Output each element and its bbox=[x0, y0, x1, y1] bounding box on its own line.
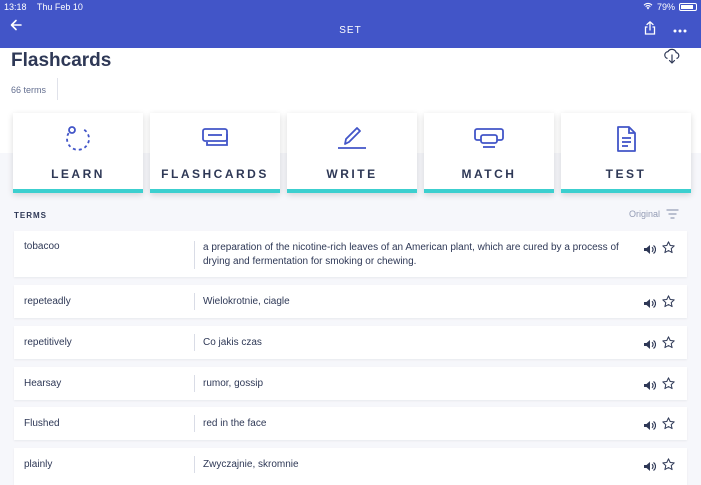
more-options-button[interactable] bbox=[673, 20, 687, 36]
row-divider bbox=[194, 334, 195, 351]
term-row: repetitively Co jakis czas bbox=[14, 326, 687, 359]
share-button[interactable] bbox=[644, 21, 656, 40]
row-divider bbox=[194, 375, 195, 392]
mode-match[interactable]: MATCH bbox=[424, 113, 554, 193]
star-icon bbox=[662, 295, 675, 308]
status-time: 13:18 bbox=[4, 2, 27, 12]
star-button[interactable] bbox=[662, 377, 675, 392]
wifi-icon bbox=[643, 2, 653, 12]
audio-button[interactable] bbox=[643, 296, 657, 314]
mode-label: MATCH bbox=[461, 167, 517, 181]
row-divider bbox=[194, 415, 195, 432]
mode-label: FLASHCARDS bbox=[161, 167, 269, 181]
page-title: Flashcards bbox=[11, 50, 112, 71]
speaker-icon bbox=[644, 245, 657, 254]
divider bbox=[57, 78, 58, 100]
mode-label: WRITE bbox=[326, 167, 378, 181]
star-icon bbox=[662, 336, 675, 349]
speaker-icon bbox=[644, 381, 657, 390]
battery-icon bbox=[679, 3, 697, 11]
star-icon bbox=[662, 377, 675, 390]
match-icon bbox=[474, 128, 504, 148]
speaker-icon bbox=[644, 340, 657, 349]
star-button[interactable] bbox=[662, 458, 675, 473]
mode-write[interactable]: WRITE bbox=[287, 113, 417, 193]
term-row: Flushed red in the face bbox=[14, 407, 687, 440]
mode-flashcards[interactable]: FLASHCARDS bbox=[150, 113, 280, 193]
speaker-icon bbox=[644, 421, 657, 430]
term-count: 66 terms bbox=[11, 85, 47, 95]
term-definition: Zwyczajnie, skromnie bbox=[203, 459, 299, 470]
audio-button[interactable] bbox=[643, 378, 657, 396]
star-icon bbox=[662, 458, 675, 471]
star-icon bbox=[662, 241, 675, 254]
term-row: tobacoo a preparation of the nicotine-ri… bbox=[14, 231, 687, 277]
term-definition: Co jakis czas bbox=[203, 337, 262, 348]
star-button[interactable] bbox=[662, 336, 675, 351]
status-bar-left: 13:18 Thu Feb 10 bbox=[4, 2, 91, 12]
term-definition: rumor, gossip bbox=[203, 378, 264, 389]
mode-test[interactable]: TEST bbox=[561, 113, 691, 193]
term-word: repeteadly bbox=[24, 296, 71, 307]
top-bar-title: SET bbox=[339, 25, 362, 36]
term-row: repeteadly Wielokrotnie, ciagle bbox=[14, 285, 687, 318]
top-bar: 13:18 Thu Feb 10 79% SET bbox=[0, 0, 701, 48]
status-date: Thu Feb 10 bbox=[36, 2, 83, 12]
term-definition: red in the face bbox=[203, 418, 267, 429]
row-divider bbox=[194, 456, 195, 473]
term-definition: Wielokrotnie, ciagle bbox=[203, 296, 290, 307]
star-button[interactable] bbox=[662, 295, 675, 310]
term-row: plainly Zwyczajnie, skromnie bbox=[14, 448, 687, 485]
battery-percentage: 79% bbox=[656, 2, 675, 12]
flashcards-icon bbox=[202, 128, 228, 146]
term-word: Hearsay bbox=[24, 378, 62, 389]
sort-label: Original bbox=[628, 209, 660, 219]
audio-button[interactable] bbox=[643, 459, 657, 477]
term-definition: a preparation of the nicotine-rich leave… bbox=[203, 242, 619, 267]
star-button[interactable] bbox=[662, 241, 675, 256]
write-icon bbox=[338, 127, 366, 149]
cloud-download-icon bbox=[664, 48, 680, 64]
row-divider bbox=[194, 241, 195, 269]
term-word: plainly bbox=[24, 459, 53, 470]
term-row: Hearsay rumor, gossip bbox=[14, 367, 687, 400]
share-icon bbox=[644, 21, 656, 35]
download-button[interactable] bbox=[663, 48, 681, 69]
audio-button[interactable] bbox=[643, 337, 657, 355]
mode-learn[interactable]: LEARN bbox=[13, 113, 143, 193]
more-icon bbox=[673, 29, 687, 33]
filter-icon bbox=[666, 209, 679, 219]
status-bar-right: 79% bbox=[643, 2, 697, 12]
audio-button[interactable] bbox=[643, 242, 657, 260]
term-word: Flushed bbox=[24, 418, 60, 429]
mode-label: LEARN bbox=[51, 167, 105, 181]
audio-button[interactable] bbox=[643, 418, 657, 436]
row-divider bbox=[194, 293, 195, 310]
speaker-icon bbox=[644, 299, 657, 308]
term-word: tobacoo bbox=[24, 241, 60, 252]
learn-icon bbox=[66, 126, 90, 151]
speaker-icon bbox=[644, 462, 657, 471]
terms-heading: TERMS bbox=[14, 211, 47, 220]
mode-label: TEST bbox=[605, 167, 647, 181]
study-modes: LEARN FLASHCARDS WRITE MATCH TEST bbox=[13, 113, 691, 193]
star-button[interactable] bbox=[662, 417, 675, 432]
term-word: repetitively bbox=[24, 337, 72, 348]
test-icon bbox=[617, 126, 636, 152]
star-icon bbox=[662, 417, 675, 430]
sort-dropdown[interactable]: Original bbox=[629, 209, 679, 219]
